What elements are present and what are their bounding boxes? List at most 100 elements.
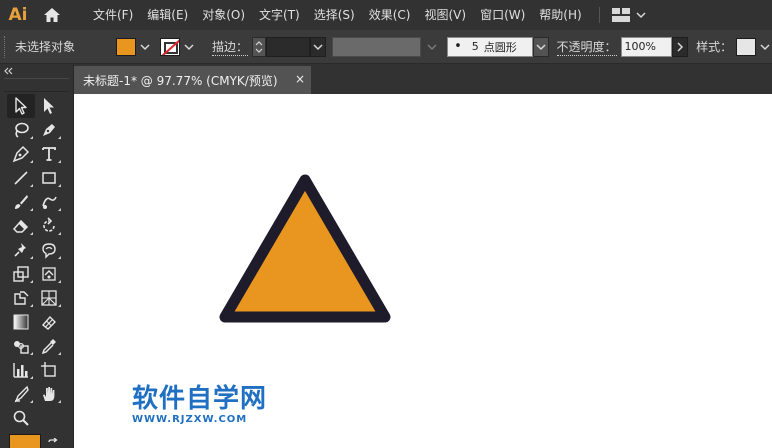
selection-tool[interactable] xyxy=(7,94,35,118)
slice-tool[interactable] xyxy=(7,382,35,406)
menu-list: 文件(F) 编辑(E) 对象(O) 文字(T) 选择(S) 效果(C) 视图(V… xyxy=(86,0,589,30)
tool-group-indicator xyxy=(30,256,33,259)
menu-help[interactable]: 帮助(H) xyxy=(532,0,588,30)
collapse-panel-icon[interactable] xyxy=(4,67,14,75)
control-bar-grip[interactable] xyxy=(4,35,9,58)
selection-arrow-icon xyxy=(15,97,27,115)
eyedropper-tool[interactable] xyxy=(35,334,63,358)
close-tab-button[interactable]: × xyxy=(295,72,305,86)
scale-tool[interactable] xyxy=(7,262,35,286)
tool-group-indicator xyxy=(30,184,33,187)
direct-selection-tool[interactable] xyxy=(35,94,63,118)
tool-group-indicator xyxy=(58,400,61,403)
tools-panel-header xyxy=(0,64,73,78)
stepper-arrows-icon xyxy=(255,40,263,53)
opacity-label[interactable]: 不透明度： xyxy=(556,38,617,56)
stroke-weight-label[interactable]: 描边： xyxy=(212,38,249,56)
fill-swatch[interactable] xyxy=(116,37,137,56)
menu-object[interactable]: 对象(O) xyxy=(195,0,252,30)
brush-dropdown[interactable] xyxy=(532,36,549,57)
menu-select[interactable]: 选择(S) xyxy=(307,0,362,30)
artboard-icon xyxy=(41,362,56,377)
fill-dropdown[interactable] xyxy=(138,37,152,57)
paintbrush-tool[interactable] xyxy=(7,190,35,214)
eraser-icon xyxy=(12,219,29,233)
tool-group-indicator xyxy=(58,304,61,307)
menu-window[interactable]: 窗口(W) xyxy=(473,0,532,30)
workspace-switcher[interactable] xyxy=(598,0,646,30)
menu-edit[interactable]: 编辑(E) xyxy=(140,0,195,30)
brush-name: 点圆形 xyxy=(483,40,517,54)
arrange-documents-icon xyxy=(611,8,630,22)
puppet-warp-tool[interactable] xyxy=(7,238,35,262)
perspective-grid-tool[interactable] xyxy=(35,286,63,310)
menu-file[interactable]: 文件(F) xyxy=(86,0,140,30)
stroke-weight-dropdown[interactable] xyxy=(309,36,326,57)
zoom-tool[interactable] xyxy=(7,406,35,430)
tools-panel-grip[interactable] xyxy=(4,78,69,92)
watermark-title: 软件自学网 xyxy=(132,384,268,414)
triangle-shape[interactable] xyxy=(219,174,391,323)
swap-fill-stroke[interactable] xyxy=(41,434,65,448)
shaper-tool[interactable] xyxy=(35,190,63,214)
artboard-canvas[interactable]: 软件自学网 WWW.RJZXW.COM xyxy=(74,94,772,448)
graphic-style-dropdown[interactable] xyxy=(758,37,772,57)
watermark: 软件自学网 WWW.RJZXW.COM xyxy=(132,384,267,426)
tool-group-indicator xyxy=(30,280,33,283)
hand-tool[interactable] xyxy=(35,382,63,406)
pen-tool[interactable] xyxy=(7,142,35,166)
watermark-url: WWW.RJZXW.COM xyxy=(132,414,248,425)
brush-definition[interactable]: • 5 点圆形 xyxy=(447,36,533,57)
chevron-down-icon xyxy=(760,43,770,50)
pen-tool-alt[interactable] xyxy=(35,118,63,142)
curvature-pen-icon xyxy=(43,124,55,136)
menu-type[interactable]: 文字(T) xyxy=(252,0,307,30)
opacity-value: 100% xyxy=(624,40,656,53)
shape-builder-tool[interactable] xyxy=(7,286,35,310)
free-transform-tool[interactable] xyxy=(35,262,63,286)
column-graph-tool[interactable] xyxy=(7,358,35,382)
stroke-weight-stepper[interactable] xyxy=(252,36,266,57)
tool-group-indicator xyxy=(58,256,61,259)
document-tab[interactable]: 未标题-1* @ 97.77% (CMYK/预览) × xyxy=(74,66,311,94)
stroke-dropdown[interactable] xyxy=(182,37,196,57)
tool-group-indicator xyxy=(30,232,33,235)
stroke-weight-input[interactable] xyxy=(265,36,310,57)
document-tab-title: 未标题-1* @ 97.77% (CMYK/预览) xyxy=(83,73,278,88)
variable-width-profile[interactable] xyxy=(331,36,422,57)
menu-view[interactable]: 视图(V) xyxy=(417,0,473,30)
menu-effect[interactable]: 效果(C) xyxy=(362,0,418,30)
artboard-tool[interactable] xyxy=(35,358,63,382)
chevron-down-icon xyxy=(184,43,194,50)
home-button[interactable] xyxy=(36,0,68,30)
graphic-style-swatch[interactable] xyxy=(736,37,757,56)
opacity-input[interactable]: 100% xyxy=(620,36,673,57)
perspective-grid-icon xyxy=(41,290,57,306)
type-tool[interactable] xyxy=(35,142,63,166)
rotate-tool[interactable] xyxy=(35,214,63,238)
eyedropper-icon xyxy=(41,339,56,355)
gradient-icon xyxy=(13,314,29,330)
mesh-tool[interactable] xyxy=(35,310,63,334)
eraser-tool[interactable] xyxy=(7,214,35,238)
line-segment-tool[interactable] xyxy=(7,166,35,190)
warp-tool[interactable] xyxy=(35,238,63,262)
magic-wand-tool[interactable] xyxy=(7,118,35,142)
tool-group-indicator xyxy=(30,304,33,307)
blend-tool[interactable] xyxy=(7,334,35,358)
gradient-tool[interactable] xyxy=(7,310,35,334)
tool-group-indicator xyxy=(58,160,61,163)
selection-status: 未选择对象 xyxy=(14,40,75,54)
rectangle-tool[interactable] xyxy=(35,166,63,190)
variable-width-dropdown[interactable] xyxy=(425,37,439,57)
opacity-flyout-button[interactable] xyxy=(672,36,689,57)
app-logo: Ai xyxy=(8,5,28,25)
chevron-down-icon xyxy=(536,43,546,50)
tool-group-indicator xyxy=(30,400,33,403)
tool-group-indicator xyxy=(58,184,61,187)
pen-nib-icon xyxy=(12,145,30,163)
menu-bar: Ai 文件(F) 编辑(E) 对象(O) 文字(T) 选择(S) 效果(C) 视… xyxy=(0,0,772,30)
chevron-down-icon xyxy=(313,43,323,50)
fill-color-indicator[interactable] xyxy=(9,434,41,448)
stroke-swatch[interactable] xyxy=(160,37,181,56)
